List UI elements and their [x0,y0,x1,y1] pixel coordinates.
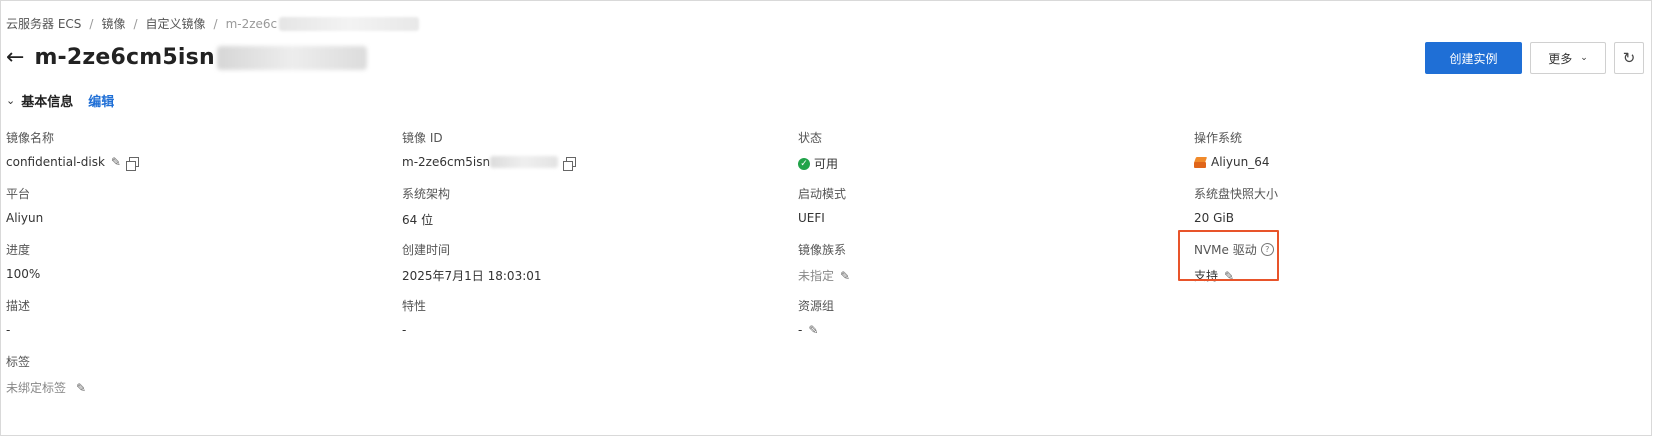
field-boot-mode: 启动模式 UEFI [798,185,846,225]
status-badge: 可用 [814,157,839,171]
copy-icon[interactable] [125,157,139,171]
refresh-button[interactable]: ↻ [1614,42,1644,74]
more-label: 更多 [1548,51,1573,66]
field-image-name: 镜像名称 confidential-disk ✎ [6,129,139,171]
field-value: Aliyun_64 [1211,155,1270,169]
redacted-text [490,156,559,168]
field-os: 操作系统 Aliyun_64 [1194,129,1269,169]
breadcrumb-current: m-2ze6c [225,16,278,31]
field-label: 状态 [798,131,823,145]
breadcrumb-images[interactable]: 镜像 [101,15,125,32]
check-circle-icon: ✓ [798,157,810,170]
field-nvme: NVMe 驱动 ? 支持 ✎ [1194,241,1274,284]
basic-info-section-header: ⌄ 基本信息 编辑 [6,91,114,110]
field-label: 创建时间 [402,243,451,257]
field-value: 100% [6,267,41,281]
field-label: 系统盘快照大小 [1194,187,1279,201]
field-resource-group: 资源组 - ✎ [798,297,834,337]
field-label: 标签 [6,355,31,369]
field-value: 64 位 [402,213,434,227]
field-label: 平台 [6,187,31,201]
breadcrumb: 云服务器 ECS / 镜像 / 自定义镜像 / m-2ze6c [6,15,420,32]
field-tags: 标签 未绑定标签 ✎ [6,353,86,396]
field-snapshot-size: 系统盘快照大小 20 GiB [1194,185,1278,225]
breadcrumb-separator: / [213,16,218,31]
edit-link[interactable]: 编辑 [88,91,114,110]
breadcrumb-separator: / [89,16,94,31]
field-created: 创建时间 2025年7月1日 18:03:01 [402,241,542,284]
field-progress: 进度 100% [6,241,40,281]
edit-pencil-icon[interactable]: ✎ [808,324,818,336]
edit-pencil-icon[interactable]: ✎ [1224,270,1234,282]
field-value: 未绑定标签 [6,381,67,395]
field-value: 未指定 [798,269,835,283]
field-value: 20 GiB [1194,211,1234,225]
more-dropdown-button[interactable]: 更多 ⌄ [1530,42,1606,74]
chevron-down-icon: ⌄ [1580,53,1588,63]
field-label: 启动模式 [798,187,847,201]
image-detail-page: 云服务器 ECS / 镜像 / 自定义镜像 / m-2ze6c ← m-2ze6… [0,0,1652,436]
field-family: 镜像族系 未指定 ✎ [798,241,850,284]
breadcrumb-ecs[interactable]: 云服务器 ECS [6,15,81,32]
create-instance-button[interactable]: 创建实例 [1425,42,1522,74]
edit-pencil-icon[interactable]: ✎ [76,382,86,394]
section-title: 基本信息 [21,95,74,110]
field-status: 状态 ✓ 可用 [798,129,838,172]
field-arch: 系统架构 64 位 [402,185,450,228]
field-label: 镜像族系 [798,243,847,257]
edit-pencil-icon[interactable]: ✎ [840,270,850,282]
field-value: m-2ze6cm5isn [402,155,491,169]
header-actions: 创建实例 更多 ⌄ ↻ [1425,42,1644,74]
field-description: 描述 - [6,297,30,337]
back-arrow-icon[interactable]: ← [6,46,24,69]
copy-icon[interactable] [563,157,577,171]
field-value: - [402,323,407,337]
redacted-text [279,16,420,31]
aliyun-os-icon [1194,157,1207,168]
field-value: Aliyun [6,211,44,225]
refresh-icon: ↻ [1622,49,1636,67]
field-label: 资源组 [798,299,835,313]
field-value: 2025年7月1日 18:03:01 [402,269,542,283]
field-value: UEFI [798,211,825,225]
collapse-chevron-icon[interactable]: ⌄ [6,94,15,107]
page-title: m-2ze6cm5isn [34,45,215,70]
field-platform: 平台 Aliyun [6,185,43,225]
field-features: 特性 - [402,297,426,337]
field-image-id: 镜像 ID m-2ze6cm5isn [402,129,577,171]
field-label: 镜像名称 [6,131,55,145]
title-row: ← m-2ze6cm5isn [6,45,367,70]
field-label: NVMe 驱动 [1194,243,1257,257]
field-label: 操作系统 [1194,131,1243,145]
edit-pencil-icon[interactable]: ✎ [111,156,121,168]
field-value: - [6,323,11,337]
field-label: 特性 [402,299,427,313]
field-label: 系统架构 [402,187,451,201]
help-question-icon[interactable]: ? [1260,243,1274,256]
field-label: 描述 [6,299,31,313]
field-value: confidential-disk [6,155,105,169]
breadcrumb-custom-images[interactable]: 自定义镜像 [146,15,206,32]
breadcrumb-separator: / [133,16,138,31]
field-label: 进度 [6,243,31,257]
field-value: 支持 [1194,269,1219,283]
field-label: 镜像 ID [402,131,443,145]
redacted-text [216,45,367,70]
field-value: - [798,323,803,337]
